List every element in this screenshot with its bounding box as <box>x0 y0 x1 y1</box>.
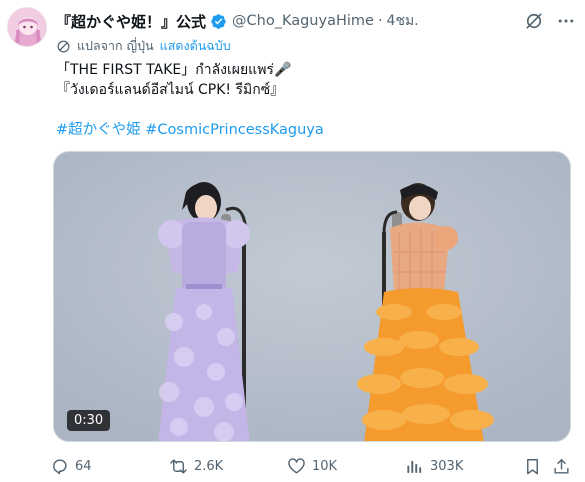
show-original-link[interactable]: แสดงต้นฉบับ <box>160 36 231 56</box>
verified-badge-icon[interactable] <box>210 13 227 30</box>
action-bar: 64 2.6K 10K 303K <box>50 454 575 478</box>
translation-label: แปลจาก ญี่ปุ่น <box>77 38 154 53</box>
reply-icon <box>50 457 69 476</box>
bookmark-button[interactable] <box>523 454 542 478</box>
translation-notice: แปลจาก ญี่ปุ่น แสดงต้นฉบับ <box>56 37 231 55</box>
tweet-text: 「THE FIRST TAKE」กำลังเผยแพร่🎤 『วังเดอร์แ… <box>56 60 566 100</box>
share-icon <box>552 457 571 476</box>
timestamp[interactable]: 4ชม. <box>387 10 419 32</box>
views-button[interactable]: 303K <box>405 454 463 478</box>
video-duration: 0:30 <box>67 410 111 431</box>
views-icon <box>405 457 424 476</box>
video-player[interactable]: 0:30 <box>53 151 571 442</box>
bookmark-icon <box>523 457 542 476</box>
hashtag-link[interactable]: #CosmicPrincessKaguya <box>145 122 324 138</box>
translate-icon <box>56 39 71 54</box>
reply-button[interactable]: 64 <box>50 454 92 478</box>
tweet-header: 『超かぐや姫！』公式 @Cho_KaguyaHime · 4ชม. <box>56 10 577 32</box>
views-count: 303K <box>430 458 464 474</box>
share-button[interactable] <box>552 454 571 478</box>
reply-count: 64 <box>75 458 92 474</box>
like-icon <box>287 457 306 476</box>
hashtags: #超かぐや姫 #CosmicPrincessKaguya <box>56 120 324 140</box>
tweet-text-line-1: 「THE FIRST TAKE」กำลังเผยแพร่🎤 <box>56 62 292 78</box>
repost-count: 2.6K <box>194 458 224 474</box>
handle[interactable]: @Cho_KaguyaHime <box>232 13 374 29</box>
repost-icon <box>169 457 188 476</box>
more-icon[interactable] <box>555 10 577 32</box>
hashtag-link[interactable]: #超かぐや姫 <box>56 122 141 138</box>
like-button[interactable]: 10K <box>287 454 337 478</box>
video-frame <box>54 152 570 441</box>
display-name[interactable]: 『超かぐや姫！』公式 <box>56 11 206 32</box>
like-count: 10K <box>312 458 338 474</box>
tweet[interactable]: 『超かぐや姫！』公式 @Cho_KaguyaHime · 4ชม. แปลจาก… <box>0 0 585 482</box>
avatar[interactable] <box>7 7 47 47</box>
repost-button[interactable]: 2.6K <box>169 454 223 478</box>
separator-dot: · <box>377 13 383 29</box>
tweet-text-line-2: 『วังเดอร์แลนด์อีสไมน์ CPK! รีมิกซ์』 <box>56 82 285 98</box>
grok-icon[interactable] <box>523 10 545 32</box>
